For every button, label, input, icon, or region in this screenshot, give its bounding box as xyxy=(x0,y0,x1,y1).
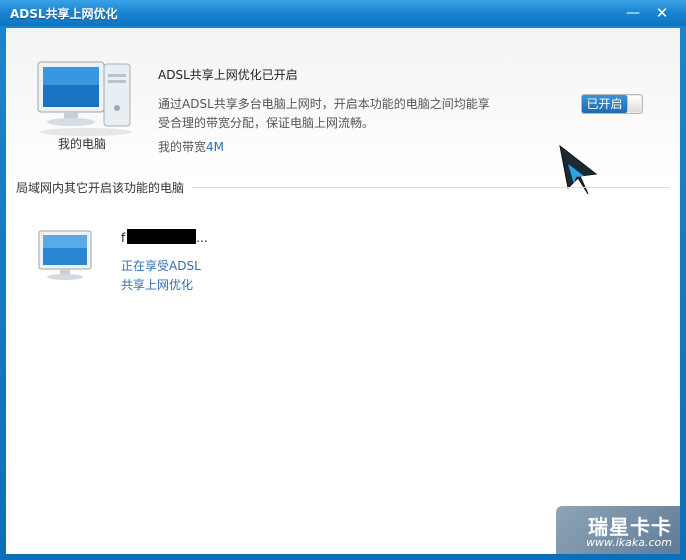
client-area: 我的电脑 ADSL共享上网优化已开启 通过ADSL共享多台电脑上网时，开启本功能… xyxy=(6,28,680,554)
minimize-button[interactable]: — xyxy=(622,3,644,23)
toggle-knob xyxy=(627,96,641,112)
window-title: ADSL共享上网优化 xyxy=(10,7,118,21)
app-window: ADSL共享上网优化 — ✕ 我的电脑 ADSL共享上网优化已开启 通过ADSL… xyxy=(0,0,686,560)
section-divider xyxy=(192,187,670,188)
watermark: 瑞星卡卡 www.ikaka.com xyxy=(556,506,680,554)
close-button[interactable]: ✕ xyxy=(651,3,673,23)
bandwidth-value: 4M xyxy=(206,140,225,154)
toggle-label: 已开启 xyxy=(582,95,627,113)
bandwidth-label: 我的带宽 xyxy=(158,140,207,154)
title-bar[interactable]: ADSL共享上网优化 — ✕ xyxy=(0,0,686,26)
lan-computer-name-suffix: ... xyxy=(196,231,208,245)
small-computer-icon xyxy=(38,230,92,280)
lan-computer-status-line1: 正在享受ADSL xyxy=(121,259,201,273)
my-computer-label: 我的电脑 xyxy=(57,137,106,151)
status-headline: ADSL共享上网优化已开启 xyxy=(158,68,298,82)
lan-section-title: 局域网内其它开启该功能的电脑 xyxy=(16,179,191,196)
bandwidth-info: 我的带宽4M xyxy=(158,138,224,155)
mouse-cursor-icon xyxy=(559,144,598,195)
lan-computer-name: f... xyxy=(121,229,208,245)
feature-description: 通过ADSL共享多台电脑上网时，开启本功能的电脑之间均能享受合理的带宽分配，保证… xyxy=(158,97,490,130)
lan-computer-status-line2: 共享上网优化 xyxy=(121,278,194,292)
lan-computer-name-prefix: f xyxy=(121,231,126,245)
redacted-block xyxy=(127,229,197,244)
watermark-url: www.ikaka.com xyxy=(585,536,672,549)
enable-toggle[interactable]: 已开启 xyxy=(581,94,643,114)
computer-icon xyxy=(37,61,132,136)
